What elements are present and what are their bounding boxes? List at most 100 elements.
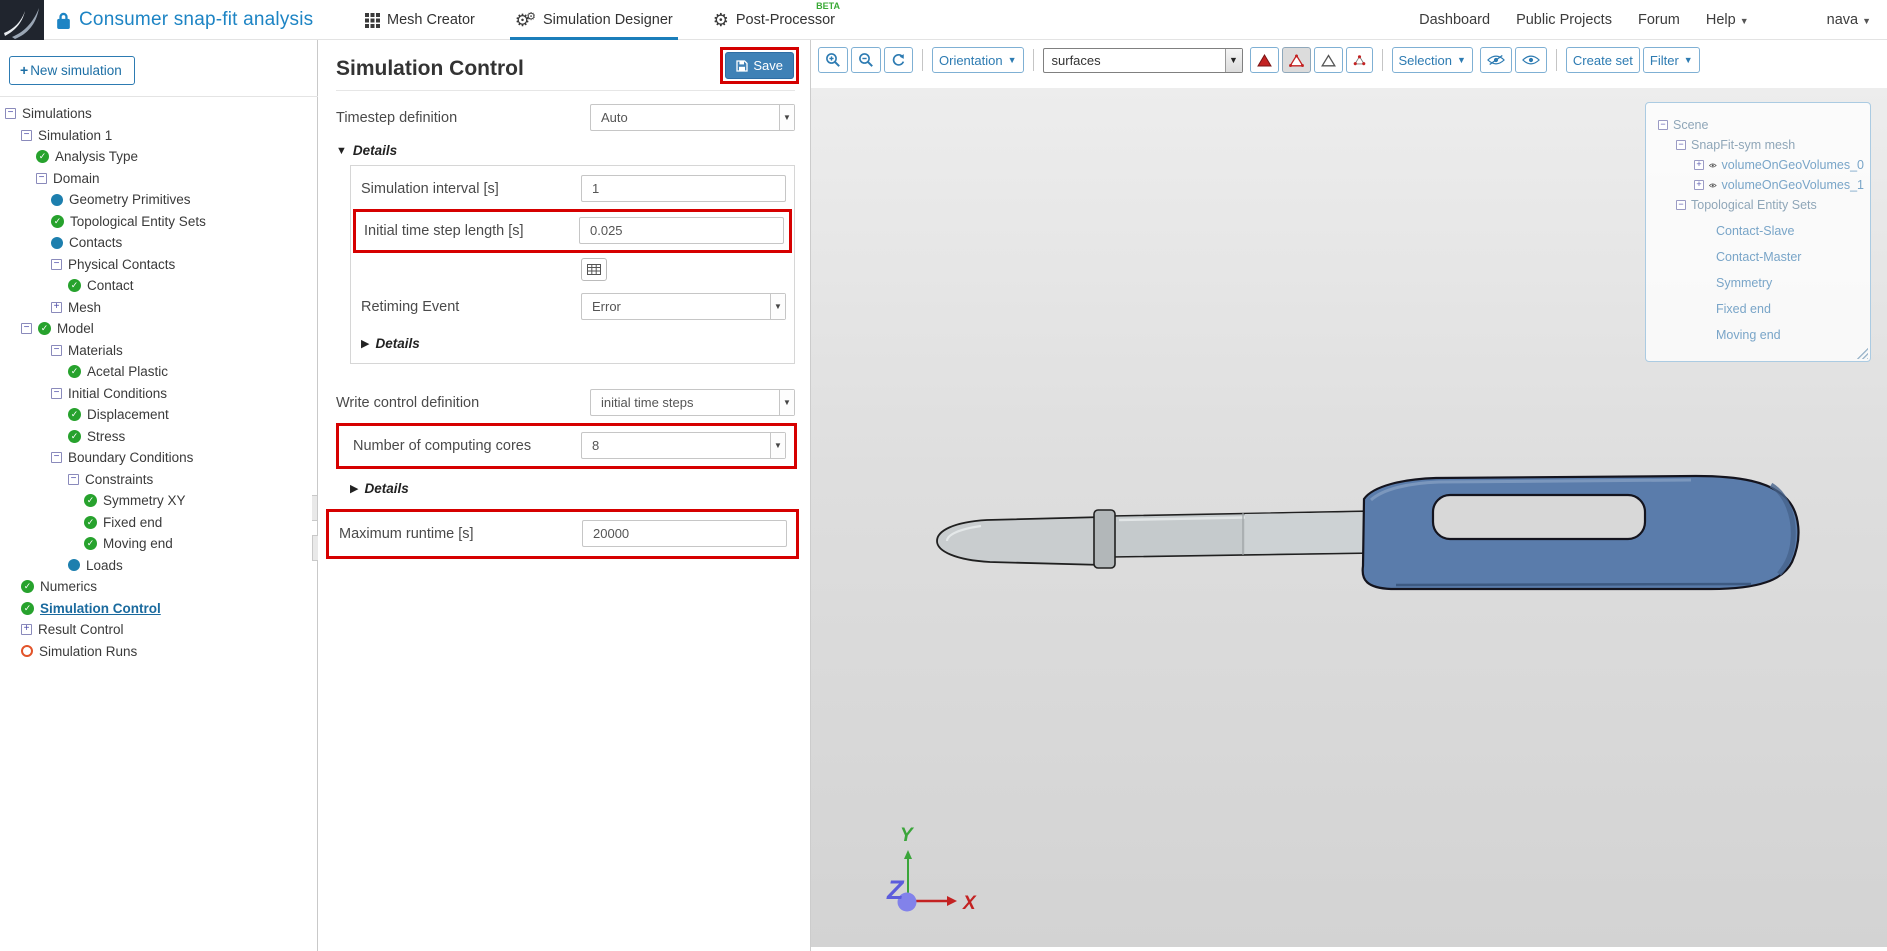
tree-item-geometry-primitives[interactable]: Geometry Primitives — [0, 189, 318, 211]
collapse-icon[interactable] — [36, 172, 47, 184]
expand-icon[interactable] — [51, 301, 62, 313]
collapse-icon[interactable] — [51, 452, 62, 464]
collapse-icon[interactable] — [51, 258, 62, 270]
tree-item-stress[interactable]: Stress — [0, 426, 318, 448]
timestep-definition-select[interactable]: Auto ▼ — [590, 104, 795, 131]
tree-item-topological-entity-sets[interactable]: Topological Entity Sets — [0, 211, 318, 233]
zoom-in-button[interactable] — [818, 47, 848, 73]
retiming-event-select[interactable]: Error ▼ — [581, 293, 786, 320]
collapse-icon[interactable] — [51, 387, 62, 399]
table-input-button[interactable] — [581, 258, 607, 281]
tree-item-domain[interactable]: Domain — [0, 168, 318, 190]
collapse-icon[interactable] — [1676, 200, 1686, 210]
tree-label: Loads — [86, 557, 123, 573]
scene-item-mesh[interactable]: SnapFit-sym mesh — [1656, 135, 1864, 155]
expand-icon[interactable] — [1694, 160, 1704, 170]
scene-item-symmetry[interactable]: Symmetry — [1656, 273, 1864, 293]
scene-panel-resize-handle[interactable] — [1856, 347, 1868, 359]
select-faces-button[interactable] — [1281, 47, 1311, 73]
hide-selection-button[interactable] — [1479, 47, 1512, 73]
create-set-button[interactable]: Create set — [1565, 47, 1640, 73]
scene-item-volume-0[interactable]: volumeOnGeoVolumes_0 — [1656, 155, 1864, 175]
tree-item-symmetry-xy[interactable]: Symmetry XY — [0, 490, 318, 512]
tab-mesh-creator[interactable]: Mesh Creator — [362, 0, 478, 40]
expand-icon[interactable] — [1694, 180, 1704, 190]
tree-item-loads[interactable]: Loads — [0, 555, 318, 577]
collapse-icon[interactable] — [1658, 120, 1668, 130]
collapse-icon[interactable] — [21, 323, 32, 335]
tree-item-displacement[interactable]: Displacement — [0, 404, 318, 426]
link-public-projects[interactable]: Public Projects — [1516, 12, 1612, 28]
write-control-select[interactable]: initial time steps ▼ — [590, 389, 795, 416]
maximum-runtime-input[interactable] — [582, 520, 787, 547]
tab-simulation-designer[interactable]: ⚙⚙ Simulation Designer — [509, 0, 678, 40]
initial-time-step-input[interactable] — [579, 217, 784, 244]
tree-item-numerics[interactable]: Numerics — [0, 576, 318, 598]
tree-item-analysis-type[interactable]: Analysis Type — [0, 146, 318, 168]
computing-cores-select[interactable]: 8 ▼ — [581, 432, 786, 459]
scene-item-topological-sets[interactable]: Topological Entity Sets — [1656, 195, 1864, 215]
user-label: nava — [1826, 12, 1859, 28]
tree-item-simulation-control[interactable]: Simulation Control — [0, 598, 318, 620]
tree-item-simulation-1[interactable]: Simulation 1 — [0, 125, 318, 147]
eye-icon[interactable] — [1709, 181, 1717, 190]
scene-item-scene[interactable]: Scene — [1656, 115, 1864, 135]
render-canvas[interactable]: Scene SnapFit-sym mesh volumeOnGeoVolume… — [811, 88, 1887, 947]
show-all-button[interactable] — [1514, 47, 1547, 73]
details-toggle-collapsed[interactable]: ▶ Details — [361, 336, 786, 351]
link-dashboard[interactable]: Dashboard — [1419, 12, 1490, 28]
details-toggle-expanded[interactable]: ▼ Details — [336, 143, 795, 158]
collapse-icon[interactable] — [21, 129, 32, 141]
scene-item-contact-slave[interactable]: Contact-Slave — [1656, 221, 1864, 241]
select-edges-button[interactable] — [1313, 47, 1343, 73]
tree-item-contact[interactable]: Contact — [0, 275, 318, 297]
tree-item-acetal-plastic[interactable]: Acetal Plastic — [0, 361, 318, 383]
scene-item-contact-master[interactable]: Contact-Master — [1656, 247, 1864, 267]
tree-item-simulations[interactable]: Simulations — [0, 103, 318, 125]
tree-item-mesh[interactable]: Mesh — [0, 297, 318, 319]
tree-item-constraints[interactable]: Constraints — [0, 469, 318, 491]
chevron-down-icon: ▼ — [1457, 55, 1466, 65]
refresh-view-button[interactable] — [884, 47, 913, 73]
collapse-icon[interactable] — [5, 108, 16, 120]
orientation-button[interactable]: Orientation ▼ — [932, 47, 1024, 73]
collapse-icon[interactable] — [1676, 140, 1686, 150]
field-maximum-runtime: Maximum runtime [s] — [339, 520, 787, 547]
details-toggle-collapsed-2[interactable]: ▶ Details — [350, 481, 795, 496]
tree-item-moving-end[interactable]: Moving end — [0, 533, 318, 555]
filter-button[interactable]: Filter ▼ — [1642, 47, 1700, 73]
scene-item-volume-1[interactable]: volumeOnGeoVolumes_1 — [1656, 175, 1864, 195]
collapse-icon[interactable] — [68, 473, 79, 485]
eye-icon[interactable] — [1709, 161, 1717, 170]
scene-item-moving-end[interactable]: Moving end — [1656, 325, 1864, 345]
save-button[interactable]: Save — [725, 52, 794, 79]
scene-item-fixed-end[interactable]: Fixed end — [1656, 299, 1864, 319]
render-mode-select[interactable]: surfaces ▼ — [1042, 47, 1243, 73]
expand-icon[interactable] — [21, 624, 32, 636]
zoom-out-button[interactable] — [851, 47, 881, 73]
tree-item-materials[interactable]: Materials — [0, 340, 318, 362]
app-logo[interactable] — [0, 0, 44, 40]
tab-post-processor[interactable]: ⚙ Post-Processor BETA — [710, 0, 840, 40]
sidebar-resize-handle[interactable] — [312, 535, 318, 561]
select-nodes-button[interactable] — [1345, 47, 1373, 73]
tree-item-initial-conditions[interactable]: Initial Conditions — [0, 383, 318, 405]
tree-item-simulation-runs[interactable]: Simulation Runs — [0, 641, 318, 663]
tree-item-physical-contacts[interactable]: Physical Contacts — [0, 254, 318, 276]
tree-item-result-control[interactable]: Result Control — [0, 619, 318, 641]
link-forum[interactable]: Forum — [1638, 12, 1680, 28]
scene-label: Fixed end — [1716, 302, 1771, 316]
simulation-interval-input[interactable] — [581, 175, 786, 202]
collapse-icon[interactable] — [51, 344, 62, 356]
select-volumes-button[interactable] — [1249, 47, 1279, 73]
panel-resize-handle[interactable] — [312, 495, 318, 521]
selection-button[interactable]: Selection ▼ — [1391, 47, 1473, 73]
user-menu[interactable]: nava ▼ — [1827, 12, 1871, 28]
tree-item-boundary-conditions[interactable]: Boundary Conditions — [0, 447, 318, 469]
help-menu[interactable]: Help ▼ — [1706, 12, 1749, 28]
new-simulation-button[interactable]: + New simulation — [9, 56, 135, 85]
tree-item-model[interactable]: Model — [0, 318, 318, 340]
tree-item-contacts[interactable]: Contacts — [0, 232, 318, 254]
check-circle-icon — [68, 365, 81, 379]
tree-item-fixed-end[interactable]: Fixed end — [0, 512, 318, 534]
